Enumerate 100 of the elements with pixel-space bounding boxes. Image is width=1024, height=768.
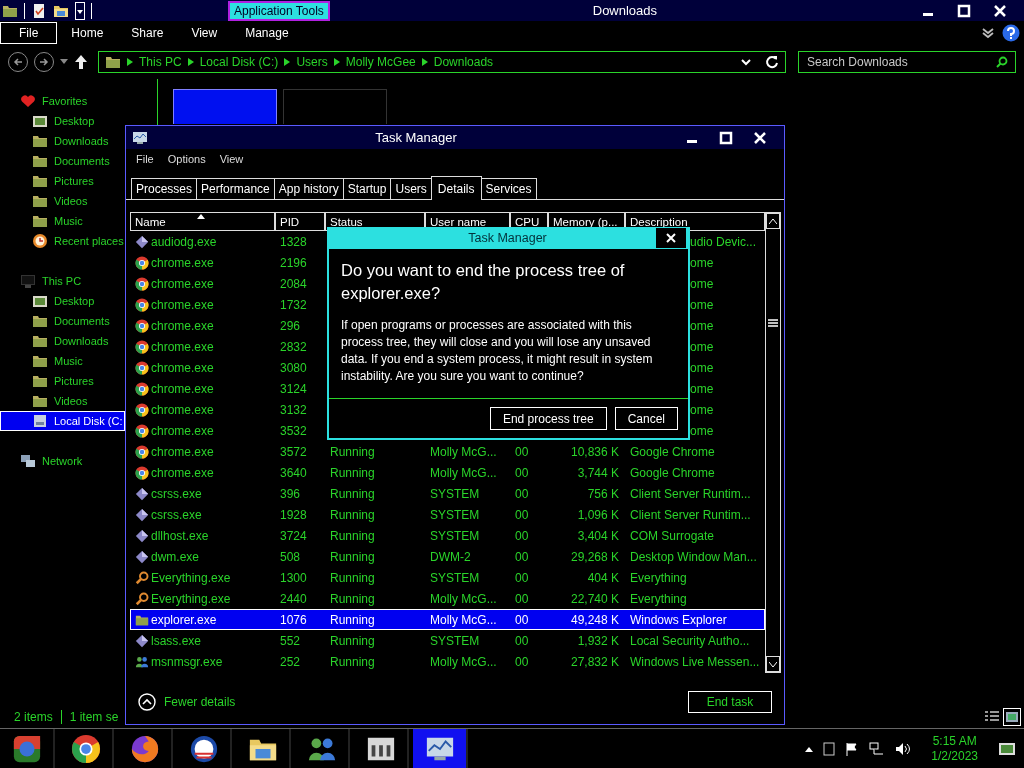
table-cell-text: Running: [329, 528, 376, 543]
table-cell-text: 00: [514, 570, 530, 585]
table-cell-text: 2196: [279, 255, 308, 270]
table-cell-text: 2832: [279, 339, 308, 354]
table-cell-text: 22,740 K: [569, 591, 620, 606]
table-cell-text: Running: [329, 654, 376, 669]
table-cell-text: 00: [514, 654, 530, 669]
table-cell-text: Windows Live Messen...: [629, 654, 761, 669]
table-cell: chrome.exe: [130, 444, 275, 459]
table-cell: chrome.exe: [130, 255, 275, 270]
table-cell-text: COM Surrogate: [629, 528, 716, 543]
table-cell-text: 552: [279, 633, 302, 648]
window-title: Task Manager: [374, 130, 458, 145]
table-cell-text: SYSTEM: [429, 486, 481, 501]
table-cell-text: 49,248 K: [569, 612, 620, 627]
table-cell: udio Devic...: [690, 234, 757, 249]
table-cell-text: 1076: [279, 612, 308, 627]
table-cell-text: 1928: [279, 507, 308, 522]
table-cell-text: DWM-2: [429, 549, 472, 564]
table-cell-text: 1,096 K: [576, 507, 620, 522]
time-text: 5:15 AM: [932, 733, 977, 749]
table-cell-text: 396: [279, 486, 302, 501]
table-cell-text: 00: [514, 591, 530, 606]
table-cell: dllhost.exe: [130, 528, 275, 543]
table-cell-text: 2440: [279, 591, 308, 606]
table-cell-text: 00: [514, 612, 530, 627]
table-cell-text: Google Chrome: [629, 465, 716, 480]
table-cell-text: 3724: [279, 528, 308, 543]
table-cell: chrome.exe: [130, 297, 275, 312]
table-cell: ome: [690, 318, 714, 333]
table-cell: ome: [690, 402, 714, 417]
table-cell-text: Client Server Runtim...: [629, 486, 752, 501]
table-cell-text: 3132: [279, 402, 308, 417]
table-cell: chrome.exe: [130, 465, 275, 480]
table-cell: lsass.exe: [130, 633, 275, 648]
table-cell-text: Local Security Autho...: [629, 633, 751, 648]
table-cell-text: SYSTEM: [429, 507, 481, 522]
table-cell: ome: [690, 339, 714, 354]
table-cell-text: SYSTEM: [429, 633, 481, 648]
table-cell: Everything.exe: [130, 591, 275, 606]
table-cell-text: Running: [329, 549, 376, 564]
table-cell-text: Molly McG...: [429, 591, 498, 606]
table-cell-text: 27,832 K: [569, 654, 620, 669]
table-cell-text: 404 K: [586, 570, 620, 585]
table-cell-text: Molly McG...: [429, 465, 498, 480]
table-cell: chrome.exe: [130, 360, 275, 375]
status-text: 2 items: [14, 709, 53, 724]
table-cell-text: Google Chrome: [629, 444, 716, 459]
table-cell-text: 3080: [279, 360, 308, 375]
table-cell-text: Running: [329, 612, 376, 627]
table-cell-text: 1,932 K: [576, 633, 620, 648]
table-cell: ome: [690, 255, 714, 270]
table-cell-text: Running: [329, 465, 376, 480]
table-cell-text: 3,404 K: [576, 528, 620, 543]
table-cell-text: Running: [329, 486, 376, 501]
dialog-message: If open programs or processes are associated with this process tree, they will close and you will lose any unsaved data. If you end a system process, it might result in system instability. Are you sure you want to continue?: [341, 317, 654, 385]
table-cell: chrome.exe: [130, 339, 275, 354]
table-cell: dwm.exe: [130, 549, 275, 564]
table-cell-text: 3532: [279, 423, 308, 438]
table-cell: csrss.exe: [130, 486, 275, 501]
table-cell-text: Client Server Runtim...: [629, 507, 752, 522]
table-cell-text: 00: [514, 528, 530, 543]
table-cell-text: 10,836 K: [569, 444, 620, 459]
dialog-title: Task Manager: [467, 231, 548, 245]
table-cell-text: Molly McG...: [429, 444, 498, 459]
date-text: 1/2/2023: [931, 748, 978, 764]
table-cell-text: 1732: [279, 297, 308, 312]
table-cell-text: 00: [514, 465, 530, 480]
table-cell-text: Everything: [629, 570, 688, 585]
table-cell: explorer.exe: [130, 612, 275, 627]
table-cell-text: 296: [279, 318, 302, 333]
table-cell-text: 508: [279, 549, 302, 564]
table-cell-text: 00: [514, 486, 530, 501]
status-text: 1 item se: [60, 709, 119, 724]
table-cell-text: 00: [514, 633, 530, 648]
table-cell-text: Molly McG...: [429, 654, 498, 669]
table-cell: chrome.exe: [130, 402, 275, 417]
table-cell-text: 00: [514, 549, 530, 564]
table-cell-text: 29,268 K: [569, 549, 620, 564]
table-cell: ome: [690, 360, 714, 375]
table-cell-text: 3640: [279, 465, 308, 480]
table-cell: ome: [690, 276, 714, 291]
table-cell-text: SYSTEM: [429, 528, 481, 543]
table-cell-text: 1328: [279, 234, 308, 249]
window-title: Downloads: [591, 3, 659, 18]
table-cell: chrome.exe: [130, 381, 275, 396]
table-cell: audiodg.exe: [130, 234, 275, 249]
table-cell: csrss.exe: [130, 507, 275, 522]
table-cell-text: 00: [514, 507, 530, 522]
table-cell: ome: [690, 381, 714, 396]
table-cell: Everything.exe: [130, 570, 275, 585]
dialog-heading: Do you want to end the process tree of explorer.exe?: [341, 260, 626, 304]
table-cell-text: 756 K: [586, 486, 620, 501]
table-cell-text: 3572: [279, 444, 308, 459]
table-cell-text: SYSTEM: [429, 570, 481, 585]
table-cell-text: 2084: [279, 276, 308, 291]
table-cell-text: Running: [329, 633, 376, 648]
table-cell-text: Running: [329, 507, 376, 522]
table-cell-text: Desktop Window Man...: [629, 549, 758, 564]
table-cell-text: 252: [279, 654, 302, 669]
